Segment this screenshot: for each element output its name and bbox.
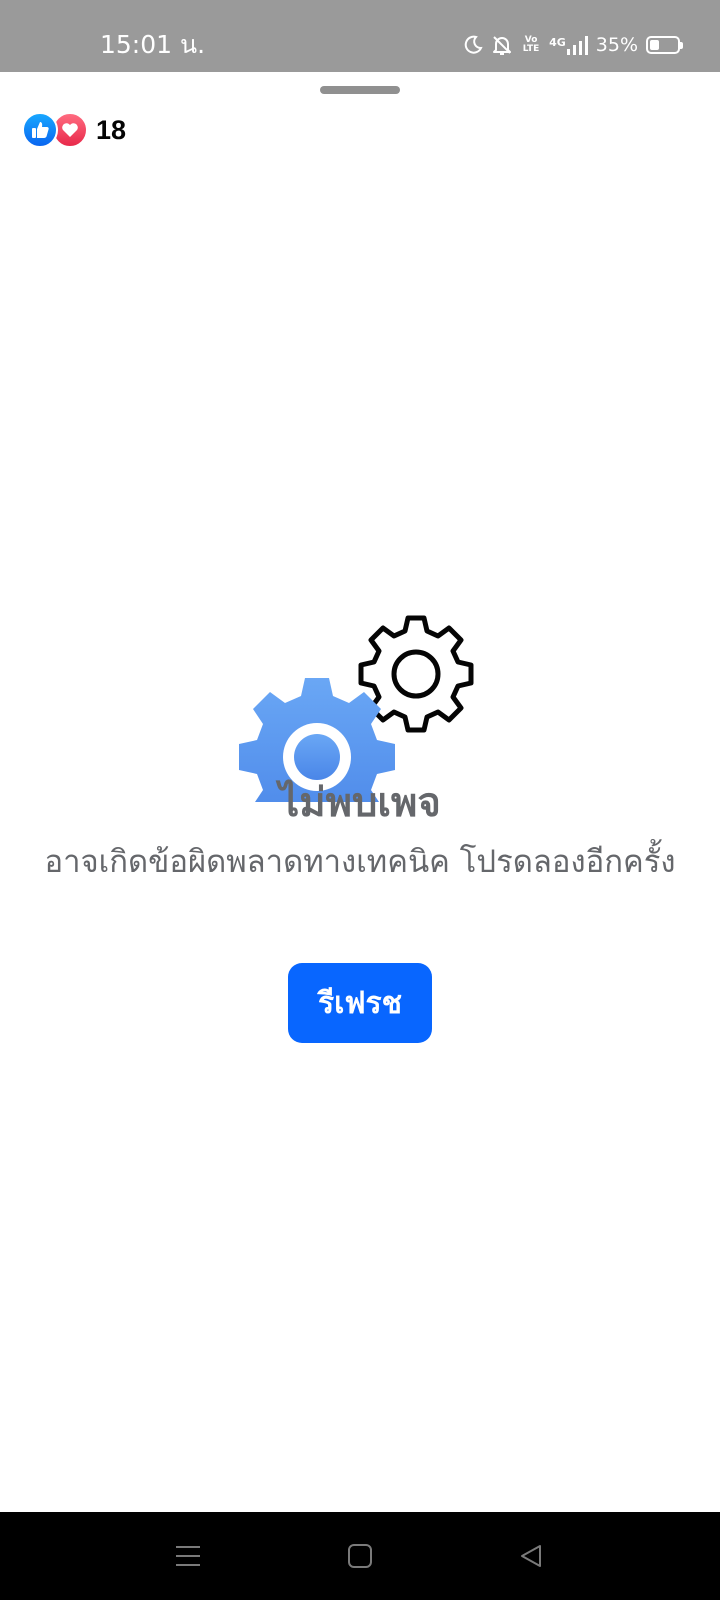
- refresh-button[interactable]: รีเฟรช: [288, 963, 432, 1043]
- status-bar: 15:01 น. Vo LTE 4G 35%: [0, 0, 720, 72]
- network-type-label: 4G: [549, 36, 566, 49]
- battery-level: [650, 40, 659, 50]
- volte-icon: Vo LTE: [521, 36, 541, 54]
- home-icon[interactable]: [336, 1532, 384, 1580]
- signal-icon: 4G: [549, 35, 588, 55]
- error-title: ไม่พบเพจ: [279, 780, 441, 826]
- like-icon: [22, 112, 58, 148]
- volte-bottom-label: LTE: [522, 44, 540, 54]
- reaction-summary[interactable]: 18: [22, 112, 126, 148]
- battery-percent: 35%: [595, 34, 638, 56]
- error-message: อาจเกิดข้อผิดพลาดทางเทคนิค โปรดลองอีกครั…: [44, 844, 676, 880]
- gears-icon: [230, 542, 490, 836]
- moon-icon: [463, 35, 483, 55]
- status-time: 15:01 น.: [100, 30, 206, 59]
- drag-handle[interactable]: [320, 86, 400, 94]
- navigation-bar: [0, 1512, 720, 1600]
- bell-off-icon: [491, 34, 513, 56]
- status-icons: Vo LTE 4G 35%: [463, 30, 683, 60]
- reaction-count: 18: [96, 114, 127, 145]
- menu-icon[interactable]: [164, 1532, 212, 1580]
- battery-icon: [646, 36, 683, 54]
- back-icon[interactable]: [508, 1532, 556, 1580]
